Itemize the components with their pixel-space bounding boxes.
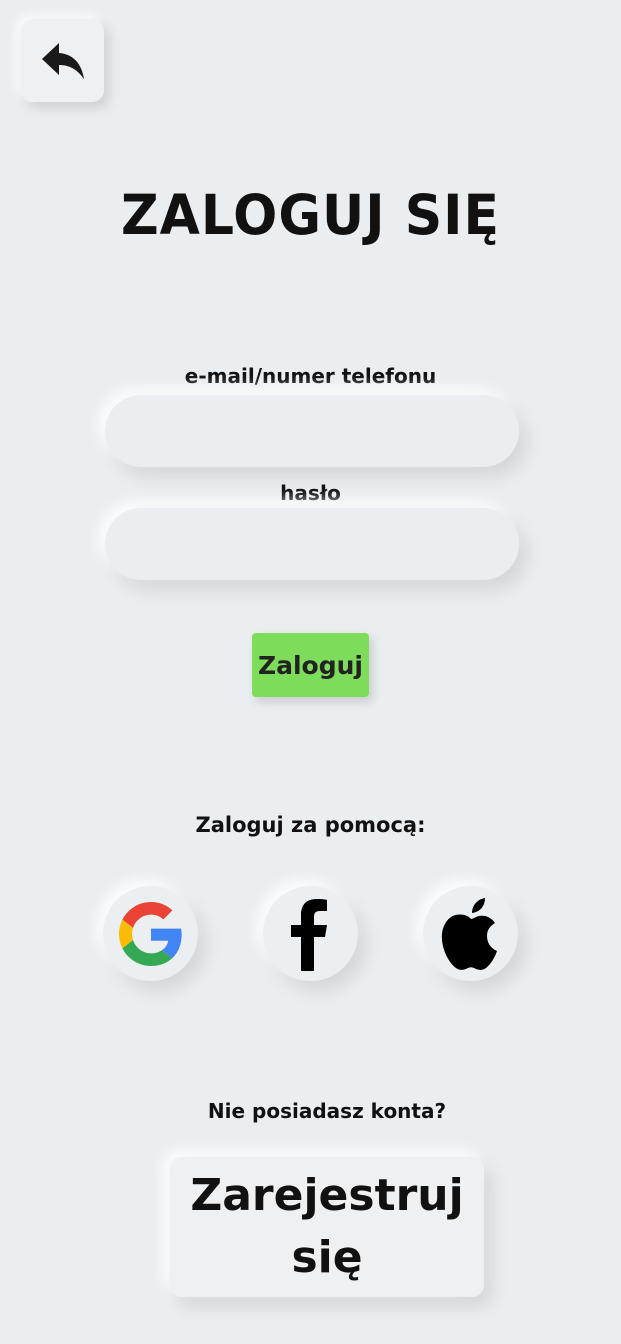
apple-login-button[interactable] [423,886,518,981]
password-field[interactable] [105,508,519,580]
social-login-heading: Zaloguj za pomocą: [195,813,426,837]
email-label: e-mail/numer telefonu [184,364,437,388]
google-login-button[interactable] [103,886,198,981]
page-title: ZALOGUJ SIĘ [120,184,501,248]
password-label: hasło [280,481,341,505]
apple-icon [441,897,497,970]
login-button[interactable]: Zaloguj [252,633,369,697]
facebook-login-button[interactable] [263,886,358,981]
back-button[interactable] [21,19,104,102]
no-account-text: Nie posiadasz konta? [207,1099,447,1123]
facebook-icon [290,898,327,971]
google-icon [118,901,182,966]
reply-arrow-icon [41,42,84,79]
register-button[interactable]: Zarejestruj się [170,1157,484,1297]
email-field[interactable] [105,395,519,467]
